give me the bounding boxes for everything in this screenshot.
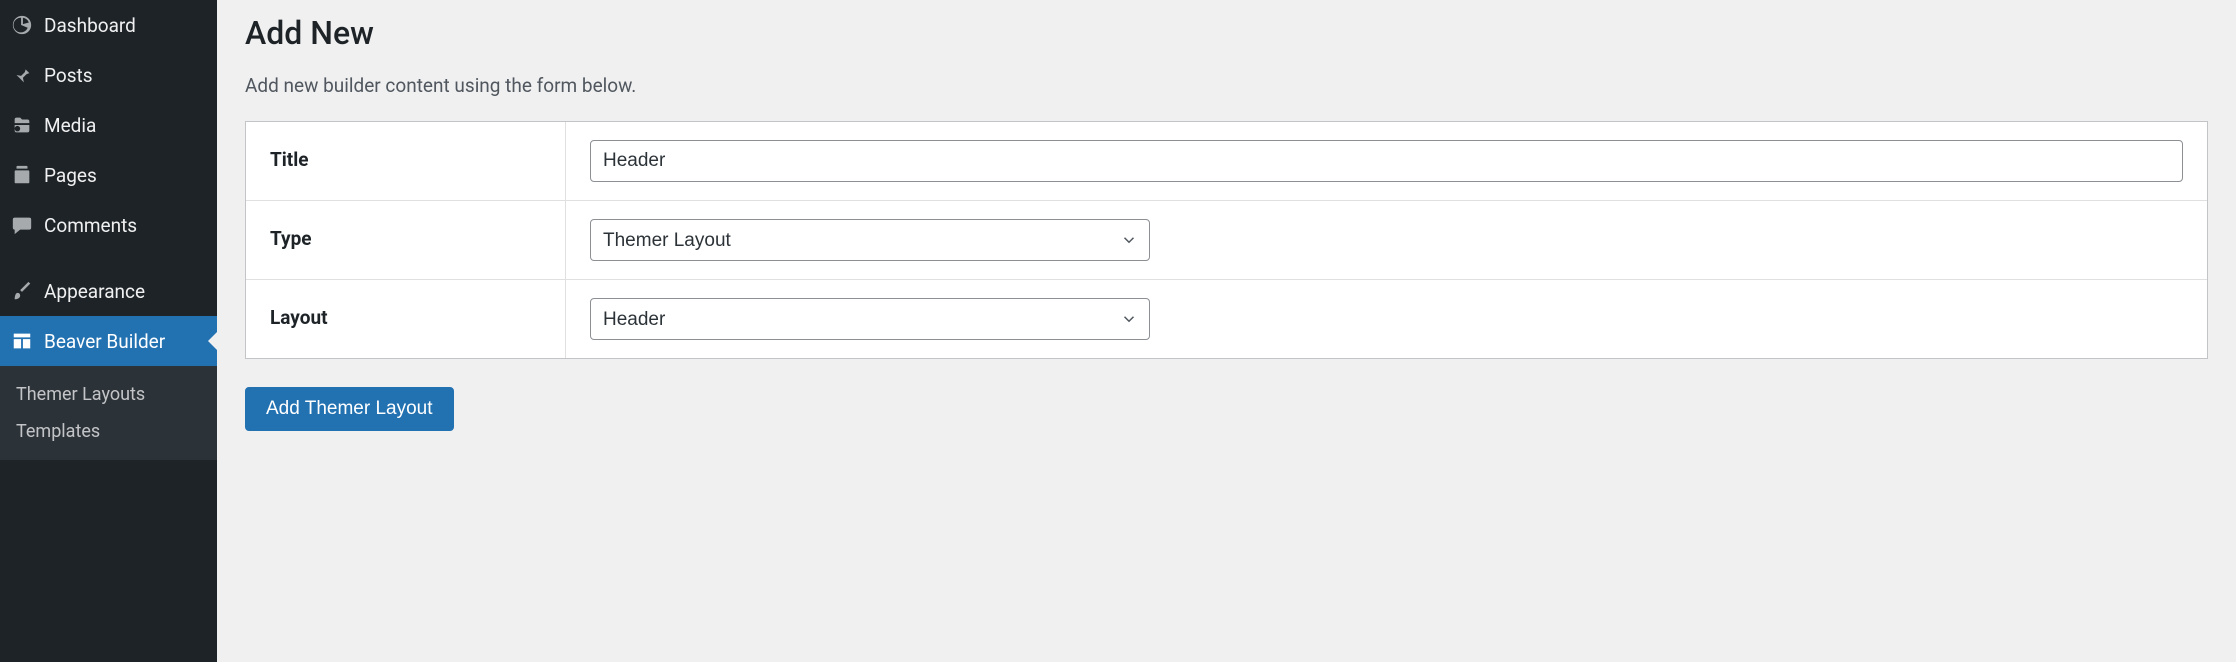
submenu-item-themer-layouts[interactable]: Themer Layouts bbox=[0, 376, 217, 413]
comment-icon bbox=[10, 213, 34, 237]
admin-sidebar: Dashboard Posts Media Pages Comments App… bbox=[0, 0, 217, 662]
sidebar-item-label: Media bbox=[44, 114, 96, 137]
page-subtitle: Add new builder content using the form b… bbox=[245, 74, 2208, 97]
sidebar-item-pages[interactable]: Pages bbox=[0, 150, 217, 200]
pin-icon bbox=[10, 63, 34, 87]
layout-icon bbox=[10, 329, 34, 353]
sidebar-item-label: Dashboard bbox=[44, 14, 136, 37]
media-icon bbox=[10, 113, 34, 137]
sidebar-item-comments[interactable]: Comments bbox=[0, 200, 217, 250]
sidebar-item-dashboard[interactable]: Dashboard bbox=[0, 0, 217, 50]
sidebar-item-media[interactable]: Media bbox=[0, 100, 217, 150]
submit-row: Add Themer Layout bbox=[245, 387, 2208, 431]
sidebar-item-label: Pages bbox=[44, 164, 97, 187]
sidebar-submenu: Themer Layouts Templates bbox=[0, 366, 217, 460]
sidebar-item-label: Appearance bbox=[44, 280, 145, 303]
type-label: Type bbox=[246, 201, 566, 279]
sidebar-item-label: Beaver Builder bbox=[44, 330, 165, 353]
page-content: Add New Add new builder content using th… bbox=[217, 0, 2236, 662]
layout-label: Layout bbox=[246, 280, 566, 358]
page-title: Add New bbox=[245, 14, 2208, 52]
pages-icon bbox=[10, 163, 34, 187]
sidebar-item-label: Comments bbox=[44, 214, 137, 237]
add-themer-layout-button[interactable]: Add Themer Layout bbox=[245, 387, 454, 431]
sidebar-item-posts[interactable]: Posts bbox=[0, 50, 217, 100]
dashboard-icon bbox=[10, 13, 34, 37]
layout-select[interactable]: Header bbox=[590, 298, 1150, 340]
form-row-type: Type Themer Layout bbox=[246, 201, 2207, 280]
form-row-layout: Layout Header bbox=[246, 280, 2207, 358]
title-label: Title bbox=[246, 122, 566, 200]
sidebar-item-beaver-builder[interactable]: Beaver Builder bbox=[0, 316, 217, 366]
sidebar-item-appearance[interactable]: Appearance bbox=[0, 266, 217, 316]
brush-icon bbox=[10, 279, 34, 303]
form-row-title: Title bbox=[246, 122, 2207, 201]
type-select[interactable]: Themer Layout bbox=[590, 219, 1150, 261]
title-input[interactable] bbox=[590, 140, 2183, 182]
add-new-form: Title Type Themer Layout Layout bbox=[245, 121, 2208, 359]
sidebar-item-label: Posts bbox=[44, 64, 93, 87]
submenu-item-templates[interactable]: Templates bbox=[0, 413, 217, 450]
